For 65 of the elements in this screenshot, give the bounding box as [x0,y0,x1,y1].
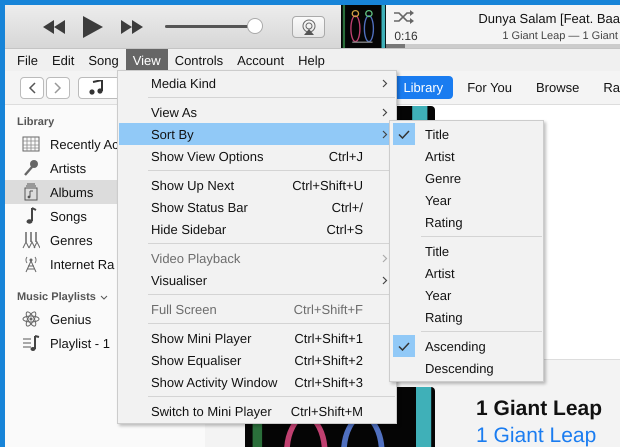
chevron-right-icon [382,130,388,138]
tab[interactable]: For You [457,76,522,99]
menu-option[interactable]: View As [119,101,395,123]
menu-option[interactable]: Genre [391,167,542,189]
shortcut-label: Ctrl+Shift+3 [294,374,364,390]
chevron-right-icon [382,276,388,284]
menu-option[interactable]: Media Kind [119,72,395,94]
menu-item[interactable]: Help [291,49,332,71]
menu-option[interactable]: Switch to Mini Player Ctrl+Shift+M [119,400,395,422]
menu-option[interactable]: Artist [391,145,542,167]
menu-option[interactable]: Year [391,284,542,306]
menu-option[interactable]: Rating [391,211,542,233]
section-heading: Music Playlists [17,291,96,303]
song-artist-album: 1 Giant Leap — 1 Giant [502,30,618,42]
album-icon [22,183,40,201]
checkmark-icon [398,130,410,138]
shortcut-label: Ctrl+Shift+F [294,302,364,316]
album-artist: 1 Giant Leap [476,397,602,421]
chevron-left-icon [28,82,36,94]
menu-item[interactable]: Controls [168,49,230,71]
grid-icon [22,135,40,153]
fast-forward-icon[interactable] [121,20,143,34]
atom-icon [22,310,40,328]
progress-bar[interactable] [386,44,620,48]
menu-option[interactable]: Descending [391,357,542,379]
chevron-right-icon [382,254,388,262]
chevron-down-icon[interactable] [100,294,108,300]
shortcut-label: Ctrl+S [326,222,364,236]
rewind-icon[interactable] [43,20,65,34]
menu-item[interactable]: Edit [44,49,82,71]
menu-item[interactable]: Account [230,49,292,71]
playlist-icon [22,334,40,352]
shortcut-label: Ctrl+Shift+2 [294,352,364,368]
chevron-right-icon [382,108,388,116]
back-button[interactable] [20,76,44,98]
menu-item[interactable]: View [126,49,168,71]
shortcut-label: Ctrl+Shift+1 [294,330,364,346]
shortcut-label: Ctrl+J [328,148,364,164]
tab[interactable]: Ra [593,76,620,99]
menu-item[interactable]: File [10,49,45,71]
menu-option[interactable]: Title [391,240,542,262]
guitar-icon [22,231,40,249]
shortcut-label: Ctrl+Shift+M [290,404,364,418]
chevron-right-icon [54,82,62,94]
section-heading: Library [17,116,54,128]
airplay-button[interactable] [292,16,326,38]
shortcut-label: Ctrl+Shift+U [292,178,364,192]
menu-option[interactable]: Rating [391,306,542,328]
volume-thumb[interactable] [247,18,264,34]
checkmark-icon [398,342,410,350]
microphone-icon [22,159,40,177]
music-note-icon [89,80,103,95]
tab[interactable]: Browse [526,76,590,99]
menu-item[interactable]: Song [81,49,126,71]
airplay-icon [300,18,317,34]
shortcut-label: Ctrl+/ [332,200,364,214]
shuffle-icon[interactable] [394,10,414,24]
album-title[interactable]: 1 Giant Leap [476,424,602,447]
menu-option[interactable]: Ascending [391,335,542,357]
play-icon[interactable] [83,16,103,38]
menu-option[interactable]: Year [391,189,542,211]
menu-option[interactable]: Artist [391,262,542,284]
chevron-right-icon [382,78,388,88]
elapsed-time: 0:16 [394,29,418,43]
song-title: Dunya Salam [Feat. Baa [478,11,620,26]
